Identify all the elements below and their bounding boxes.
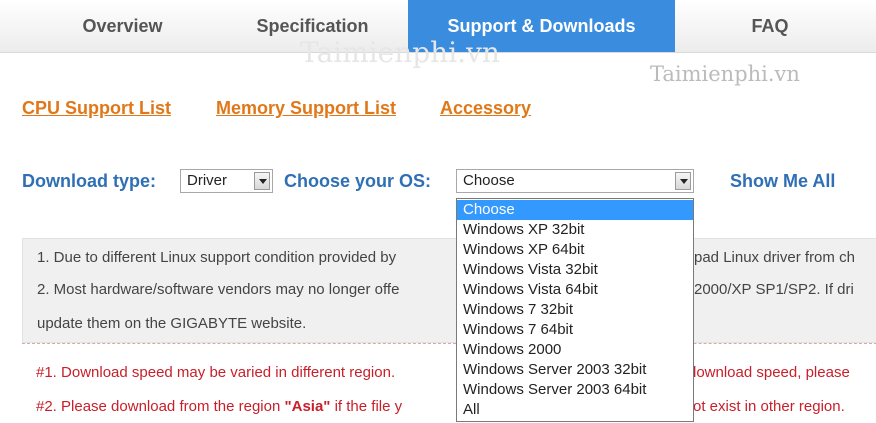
- os-option-winxp-32[interactable]: Windows XP 32bit: [457, 220, 693, 240]
- warning-1-right: lownload speed, please: [693, 364, 850, 381]
- os-option-server2003-64[interactable]: Windows Server 2003 64bit: [457, 380, 693, 400]
- warning-1-left: #1. Download speed may be varied in diff…: [36, 364, 396, 381]
- os-option-win7-32[interactable]: Windows 7 32bit: [457, 300, 693, 320]
- download-type-value: Driver: [187, 172, 227, 189]
- os-option-vista-32[interactable]: Windows Vista 32bit: [457, 260, 693, 280]
- memory-support-list-link[interactable]: Memory Support List: [216, 98, 396, 119]
- warning-2-left: #2. Please download from the region: [36, 398, 281, 415]
- os-dropdown-list[interactable]: Choose Windows XP 32bit Windows XP 64bit…: [456, 198, 694, 422]
- note-line-1: 1. Due to different Linux support condit…: [37, 249, 855, 266]
- download-type-label: Download type:: [22, 171, 156, 191]
- show-me-all-link[interactable]: Show Me All: [730, 171, 835, 192]
- os-option-win7-64[interactable]: Windows 7 64bit: [457, 320, 693, 340]
- note-line-3: update them on the GIGABYTE website.: [37, 315, 307, 332]
- note-line-2-right: 2000/XP SP1/SP2. If dri: [694, 281, 854, 298]
- os-option-server2003-32[interactable]: Windows Server 2003 32bit: [457, 360, 693, 380]
- note-line-1-left: 1. Due to different Linux support condit…: [37, 249, 397, 266]
- warning-2-right: ot exist in other region.: [693, 398, 845, 415]
- note-line-1-right: pad Linux driver from ch: [694, 249, 855, 266]
- warning-2-mid: if the file y: [334, 398, 403, 415]
- chevron-down-icon[interactable]: [254, 172, 270, 190]
- warning-line-2: #2. Please download from the region "Asi…: [36, 398, 845, 415]
- tab-faq[interactable]: FAQ: [675, 0, 865, 52]
- os-label: Choose your OS:: [284, 171, 432, 191]
- cpu-support-list-link[interactable]: CPU Support List: [22, 98, 171, 119]
- download-type-select[interactable]: Driver: [180, 169, 273, 193]
- accessory-link[interactable]: Accessory: [440, 98, 531, 119]
- os-option-vista-64[interactable]: Windows Vista 64bit: [457, 280, 693, 300]
- warning-2-region: "Asia": [284, 398, 331, 415]
- os-option-winxp-64[interactable]: Windows XP 64bit: [457, 240, 693, 260]
- note-line-2-left: 2. Most hardware/software vendors may no…: [37, 281, 400, 298]
- os-option-all[interactable]: All: [457, 400, 693, 420]
- os-select-value: Choose: [463, 172, 515, 189]
- warning-line-1: #1. Download speed may be varied in diff…: [36, 364, 850, 381]
- os-select[interactable]: Choose: [456, 169, 694, 193]
- watermark-logo: Taimienphi.vn: [650, 62, 800, 86]
- os-option-choose[interactable]: Choose: [457, 200, 693, 220]
- tab-overview[interactable]: Overview: [25, 0, 220, 52]
- notes-box: 1. Due to different Linux support condit…: [22, 238, 876, 343]
- watermark: Taimienphi.vn: [300, 36, 500, 69]
- os-option-win2000[interactable]: Windows 2000: [457, 340, 693, 360]
- note-line-2: 2. Most hardware/software vendors may no…: [37, 281, 854, 298]
- divider: [22, 343, 876, 344]
- chevron-down-icon[interactable]: [675, 172, 691, 190]
